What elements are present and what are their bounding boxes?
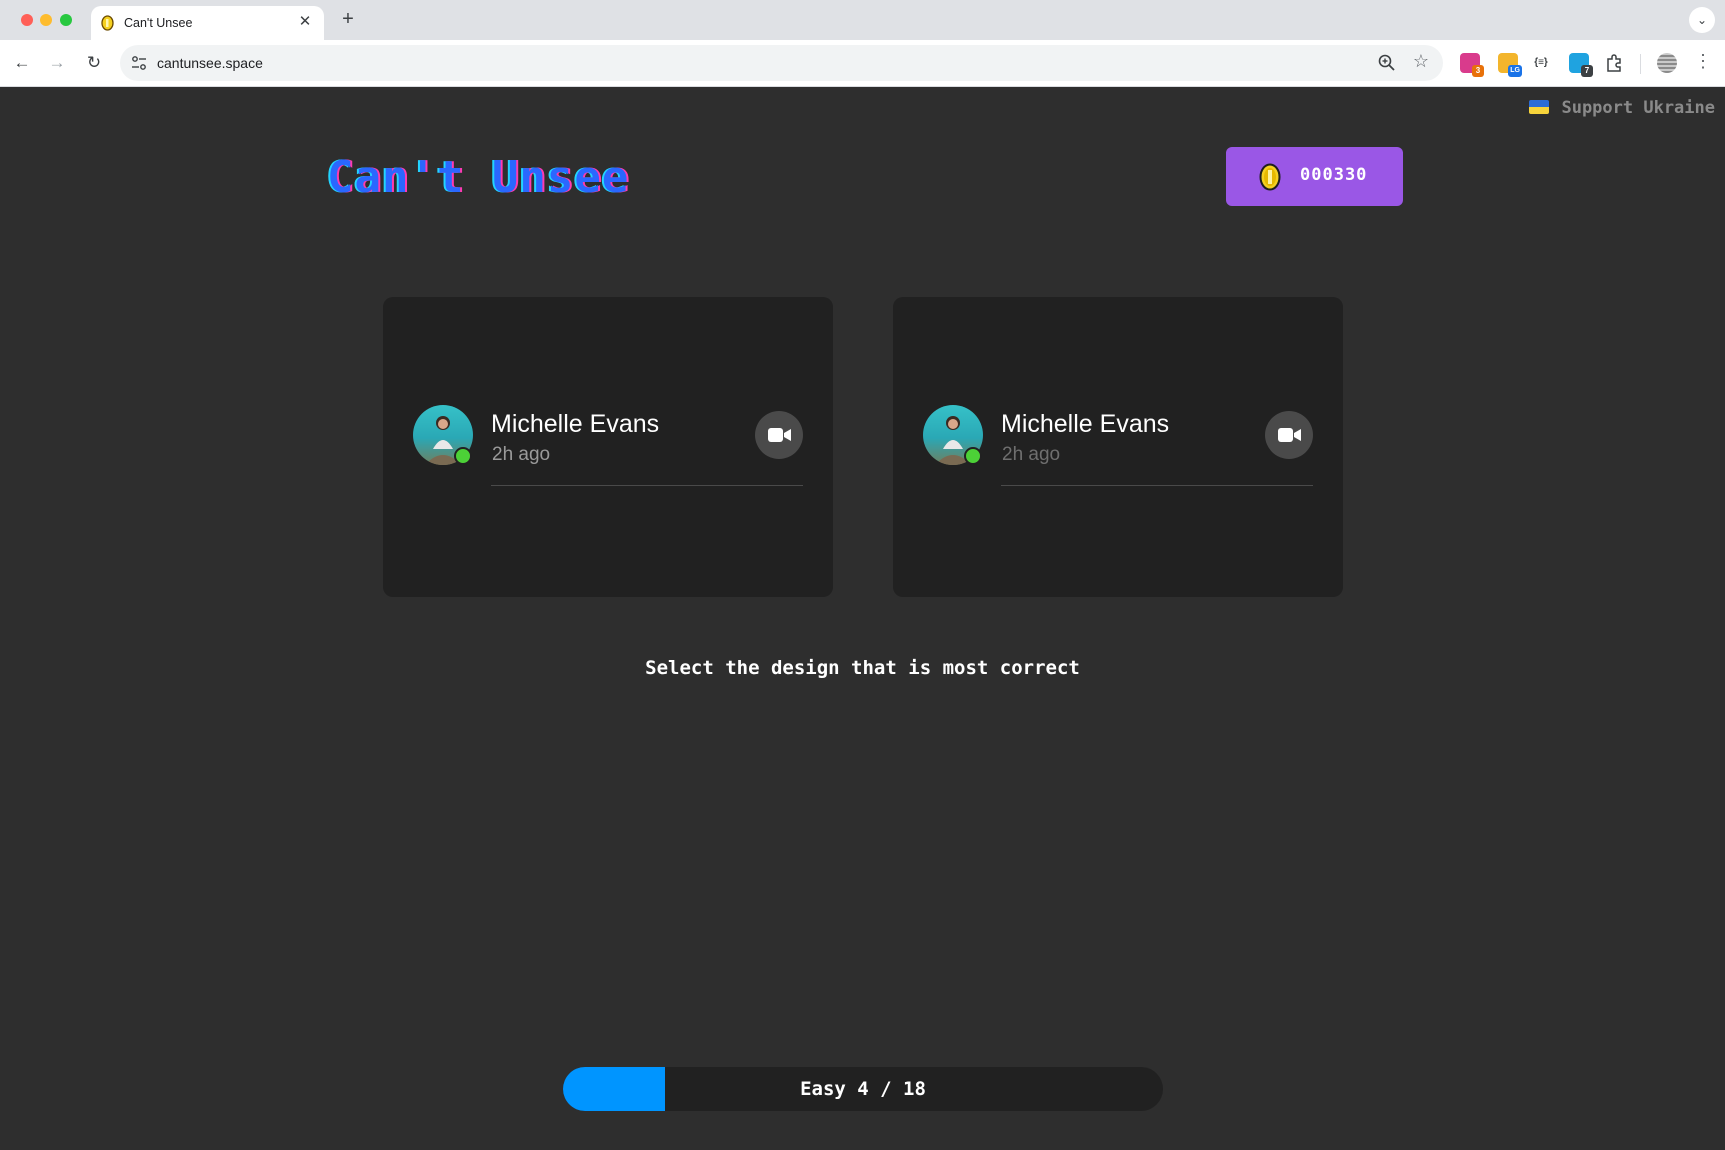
site-settings-icon[interactable] (130, 54, 148, 72)
tab-title: Can't Unsee (124, 16, 193, 30)
browser-toolbar: ← → ↻ cantunsee.space ☆ 3 LG {≡} 7 ⋮ (0, 40, 1725, 87)
extension-2-icon[interactable]: LG (1498, 53, 1522, 77)
browser-tab-bar: Can't Unsee ✕ + ⌄ (0, 0, 1725, 40)
json-viewer-extension-icon[interactable]: {≡} (1531, 53, 1551, 73)
coin-favicon-icon (101, 15, 114, 31)
browser-tab[interactable]: Can't Unsee ✕ (91, 6, 324, 40)
extension-4-icon[interactable]: 7 (1569, 53, 1593, 77)
user-name: Michelle Evans (1001, 410, 1170, 438)
extensions-puzzle-icon[interactable] (1604, 53, 1624, 73)
page-content: Support Ukraine Can't Unsee 000330 Miche… (0, 88, 1725, 1150)
video-camera-icon (1278, 428, 1301, 442)
support-ukraine-text[interactable]: Support Ukraine (1561, 98, 1715, 118)
instruction-text: Select the design that is most correct (645, 657, 1080, 679)
tab-search-chevron-icon[interactable]: ⌄ (1689, 7, 1715, 33)
online-status-dot (964, 447, 982, 465)
forward-arrow-icon[interactable]: → (45, 51, 69, 75)
design-option-right[interactable]: Michelle Evans 2h ago (893, 297, 1343, 597)
toolbar-separator (1640, 54, 1641, 74)
online-status-dot (454, 447, 472, 465)
last-seen-time: 2h ago (1002, 444, 1061, 465)
level-progress-bar: Easy 4 / 18 (563, 1067, 1163, 1111)
reload-icon[interactable]: ↻ (82, 51, 106, 75)
new-tab-button[interactable]: + (334, 6, 362, 34)
coin-icon (1259, 163, 1281, 191)
profile-avatar-icon[interactable] (1657, 53, 1677, 73)
extension-1-icon[interactable]: 3 (1460, 53, 1484, 77)
support-ukraine-link[interactable]: Support Ukraine (1529, 98, 1715, 118)
coin-counter-button[interactable]: 000330 (1226, 147, 1403, 206)
video-camera-icon (768, 428, 791, 442)
address-bar[interactable]: cantunsee.space ☆ (120, 45, 1443, 81)
maximize-window-button[interactable] (60, 14, 72, 26)
bookmark-star-icon[interactable]: ☆ (1413, 51, 1429, 72)
back-arrow-icon[interactable]: ← (10, 51, 34, 75)
ukraine-flag-icon (1529, 100, 1550, 114)
zoom-icon[interactable] (1377, 53, 1397, 73)
close-window-button[interactable] (21, 14, 33, 26)
card-divider (491, 485, 803, 486)
minimize-window-button[interactable] (40, 14, 52, 26)
video-call-button[interactable] (755, 411, 803, 459)
design-option-left[interactable]: Michelle Evans 2h ago (383, 297, 833, 597)
video-call-button[interactable] (1265, 411, 1313, 459)
card-divider (1001, 485, 1313, 486)
site-logo[interactable]: Can't Unsee (327, 152, 629, 203)
user-name: Michelle Evans (491, 410, 660, 438)
last-seen-time: 2h ago (492, 444, 551, 465)
browser-menu-icon[interactable]: ⋮ (1694, 51, 1712, 72)
progress-label: Easy 4 / 18 (800, 1078, 926, 1100)
url-text[interactable]: cantunsee.space (157, 55, 263, 71)
tab-close-icon[interactable]: ✕ (296, 13, 314, 31)
coin-count: 000330 (1300, 165, 1368, 185)
